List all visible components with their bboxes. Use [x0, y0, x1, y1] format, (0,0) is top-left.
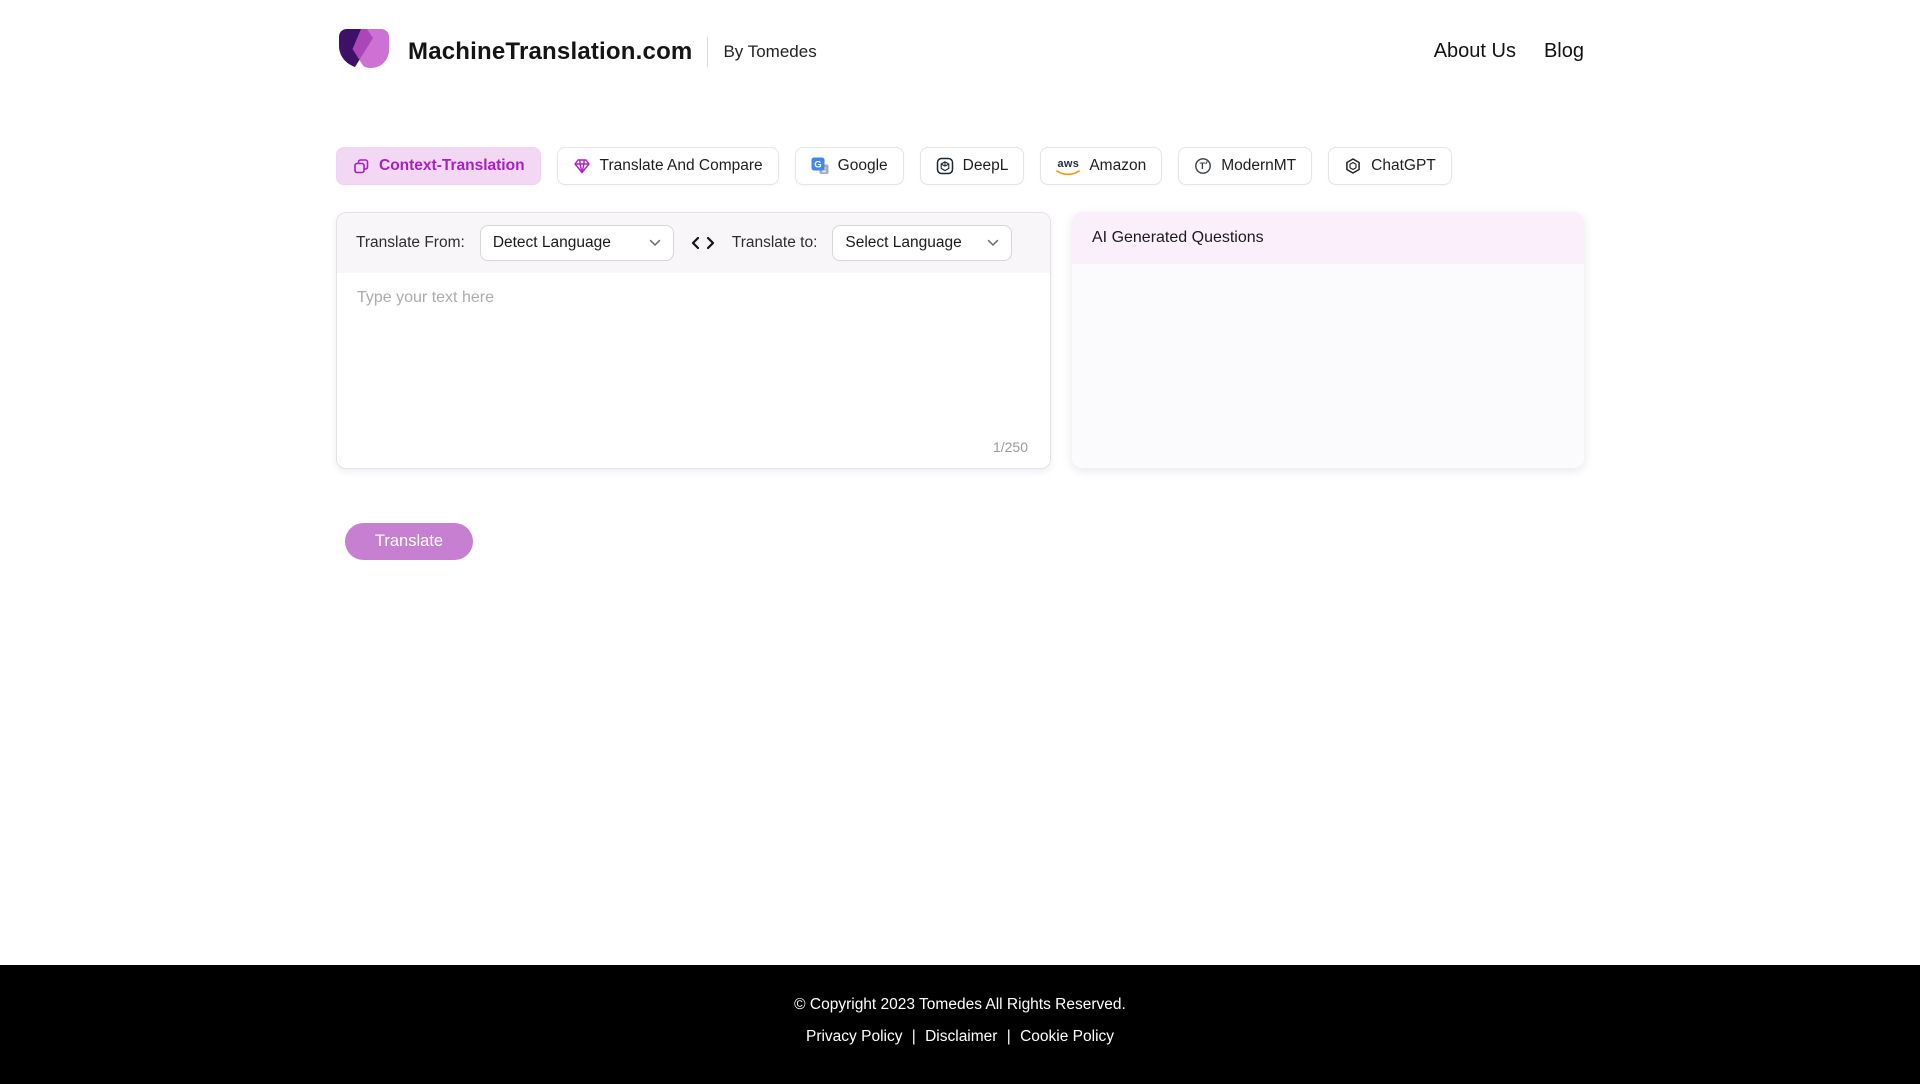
privacy-policy-link[interactable]: Privacy Policy [806, 1028, 902, 1045]
chevron-down-icon [987, 234, 999, 252]
chevron-down-icon [649, 234, 661, 252]
footer-separator: | [911, 1028, 916, 1045]
top-header: MachineTranslation.com By Tomedes About … [336, 0, 1584, 77]
tab-label: Google [837, 157, 888, 174]
ai-questions-title: AI Generated Questions [1092, 229, 1264, 246]
tab-label: ChatGPT [1371, 157, 1436, 174]
deepl-icon [936, 157, 954, 175]
translation-workspace: Translate From: Detect Language Translat… [336, 212, 1584, 469]
footer-separator: | [1006, 1028, 1011, 1045]
translate-from-label: Translate From: [356, 234, 465, 251]
svg-text:G: G [814, 160, 821, 171]
source-text-input[interactable] [337, 273, 1050, 468]
translate-to-label: Translate to: [731, 234, 818, 251]
character-counter: 1/250 [992, 439, 1028, 455]
machinetranslation-logo-icon [336, 26, 392, 77]
disclaimer-link[interactable]: Disclaimer [925, 1028, 997, 1045]
tab-translate-and-compare[interactable]: Translate And Compare [556, 147, 779, 185]
main-nav: About Us Blog [1434, 40, 1584, 63]
tab-label: Context-Translation [379, 157, 525, 174]
translate-button[interactable]: Translate [345, 523, 473, 560]
footer-links: Privacy Policy | Disclaimer | Cookie Pol… [0, 1028, 1920, 1046]
google-translate-icon: G [811, 157, 829, 175]
ai-questions-header: AI Generated Questions [1072, 212, 1584, 264]
tab-context-translation[interactable]: Context-Translation [336, 147, 541, 185]
source-text-area-wrap: 1/250 [337, 273, 1050, 468]
page-footer: © Copyright 2023 Tomedes All Rights Rese… [0, 965, 1920, 1084]
brand-divider [707, 36, 709, 67]
tab-google[interactable]: G Google [794, 147, 904, 185]
brand-home-link[interactable]: MachineTranslation.com By Tomedes [336, 26, 817, 77]
nav-about-us[interactable]: About Us [1434, 40, 1516, 63]
modernmt-icon: T [1194, 157, 1212, 175]
tab-label: ModernMT [1221, 157, 1297, 174]
engine-tabs: Context-Translation Translate And Compar… [336, 147, 1584, 185]
tab-label: Translate And Compare [599, 157, 763, 174]
gem-icon [573, 157, 591, 175]
source-language-dropdown[interactable]: Detect Language [479, 225, 674, 261]
ai-questions-body [1072, 264, 1584, 468]
tab-modernmt[interactable]: T ModernMT [1178, 147, 1313, 185]
nav-blog[interactable]: Blog [1544, 40, 1584, 63]
brand-subtitle: By Tomedes [723, 41, 817, 61]
svg-text:T: T [1200, 161, 1206, 171]
copy-icon [352, 157, 370, 175]
target-language-value: Select Language [845, 234, 962, 251]
chatgpt-icon [1344, 157, 1362, 175]
swap-languages-icon[interactable] [690, 236, 716, 250]
target-language-dropdown[interactable]: Select Language [832, 225, 1013, 261]
ai-questions-panel: AI Generated Questions [1072, 212, 1584, 468]
site-title: MachineTranslation.com [408, 37, 693, 65]
tab-label: DeepL [962, 157, 1009, 174]
cookie-policy-link[interactable]: Cookie Policy [1020, 1028, 1114, 1045]
tab-label: Amazon [1089, 157, 1147, 174]
tab-chatgpt[interactable]: ChatGPT [1328, 147, 1452, 185]
copyright-text: © Copyright 2023 Tomedes All Rights Rese… [794, 996, 1126, 1013]
tab-deepl[interactable]: DeepL [919, 147, 1025, 185]
tab-amazon[interactable]: aws Amazon [1040, 147, 1163, 185]
translator-panel: Translate From: Detect Language Translat… [336, 212, 1051, 469]
source-language-value: Detect Language [492, 234, 611, 251]
aws-icon: aws [1056, 158, 1081, 176]
language-selector-row: Translate From: Detect Language Translat… [337, 213, 1050, 273]
